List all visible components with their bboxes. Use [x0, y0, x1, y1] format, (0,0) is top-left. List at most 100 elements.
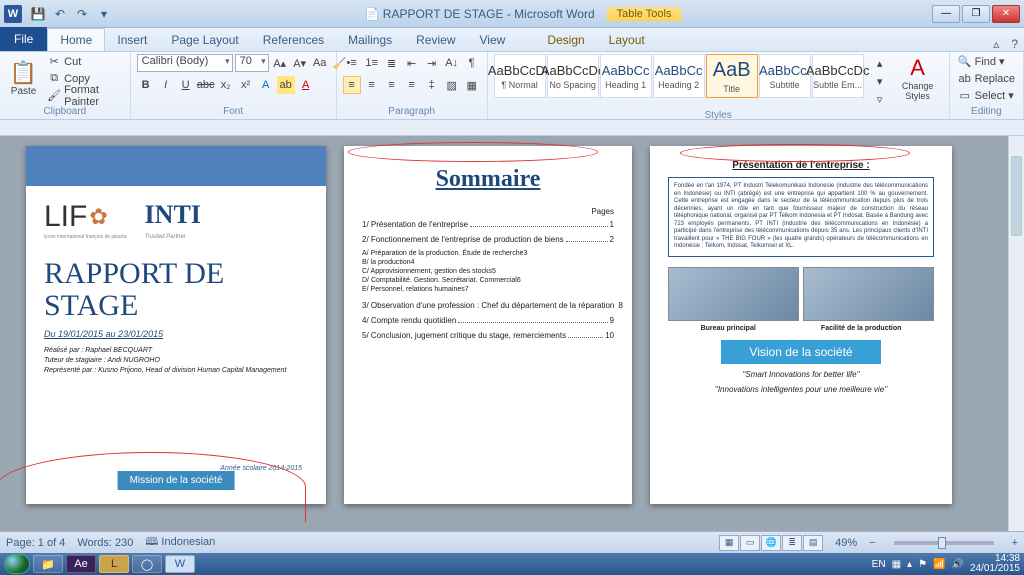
bullets-button[interactable]: •≡: [343, 54, 361, 72]
increase-indent-button[interactable]: ⇥: [423, 54, 441, 72]
save-icon[interactable]: 💾: [28, 4, 48, 24]
styles-more-icon[interactable]: ▿: [871, 90, 889, 108]
start-button[interactable]: [4, 554, 30, 574]
style-heading-1[interactable]: AaBbCcHeading 1: [600, 54, 652, 98]
maximize-button[interactable]: ❐: [962, 5, 990, 23]
line-spacing-button[interactable]: ‡: [423, 76, 441, 94]
tray-up-icon[interactable]: ▴: [907, 559, 912, 570]
change-styles-button[interactable]: A Change Styles: [893, 54, 943, 102]
file-tab[interactable]: File: [0, 27, 47, 51]
style-no-spacing[interactable]: AaBbCcDcNo Spacing: [547, 54, 599, 98]
view-print-layout[interactable]: ▦: [719, 535, 739, 551]
task-word[interactable]: W: [165, 555, 195, 573]
superscript-button[interactable]: x²: [237, 76, 255, 94]
style-heading-2[interactable]: AaBbCcHeading 2: [653, 54, 705, 98]
view-full-screen[interactable]: ▭: [740, 535, 760, 551]
borders-button[interactable]: ▦: [463, 76, 481, 94]
view-draft[interactable]: ▤: [803, 535, 823, 551]
font-name-combo[interactable]: Calibri (Body): [137, 54, 233, 72]
zoom-thumb[interactable]: [938, 537, 946, 549]
vertical-scrollbar[interactable]: [1008, 136, 1024, 531]
tray-flag-icon[interactable]: ▦: [892, 559, 901, 570]
find-button[interactable]: 🔍Find ▾: [956, 54, 1017, 69]
task-chrome[interactable]: ◯: [132, 555, 162, 573]
strikethrough-button[interactable]: abc: [197, 76, 215, 94]
cut-button[interactable]: ✂Cut: [45, 54, 123, 69]
toc-entry: B/ la production4: [362, 259, 614, 266]
align-right-button[interactable]: ≡: [383, 76, 401, 94]
highlight-button[interactable]: ab: [277, 76, 295, 94]
paste-button[interactable]: 📋 Paste: [6, 54, 41, 102]
qat-dropdown-icon[interactable]: ▾: [94, 4, 114, 24]
tab-design[interactable]: Design: [535, 29, 596, 51]
page-3[interactable]: Présentation de l'entreprise : Fondée en…: [650, 146, 952, 504]
undo-icon[interactable]: ↶: [50, 4, 70, 24]
sort-button[interactable]: A↓: [443, 54, 461, 72]
font-size-combo[interactable]: 70: [235, 54, 269, 72]
tab-layout[interactable]: Layout: [597, 29, 657, 51]
redo-icon[interactable]: ↷: [72, 4, 92, 24]
page-2[interactable]: Sommaire Pages 1/ Présentation de l'entr…: [344, 146, 632, 504]
zoom-in-button[interactable]: +: [1012, 537, 1018, 549]
task-ae[interactable]: Ae: [66, 555, 96, 573]
status-language[interactable]: 🕮 Indonesian: [145, 533, 215, 552]
decrease-indent-button[interactable]: ⇤: [403, 54, 421, 72]
scrollbar-thumb[interactable]: [1011, 156, 1022, 236]
show-marks-button[interactable]: ¶: [463, 54, 481, 72]
task-lol[interactable]: L: [99, 555, 129, 573]
window-title: 📄 RAPPORT DE STAGE - Microsoft Word Tabl…: [114, 7, 932, 21]
zoom-level[interactable]: 49%: [835, 537, 857, 549]
status-words[interactable]: Words: 230: [77, 537, 133, 549]
system-tray[interactable]: EN ▦ ▴ ⚑ 📶 🔊 14:38 24/01/2015: [872, 554, 1020, 574]
task-explorer[interactable]: 📁: [33, 555, 63, 573]
select-button[interactable]: ▭Select ▾: [956, 88, 1017, 103]
tab-review[interactable]: Review: [404, 29, 467, 51]
grow-font-button[interactable]: A▴: [271, 54, 289, 72]
tray-lang[interactable]: EN: [872, 559, 886, 570]
shrink-font-button[interactable]: A▾: [291, 54, 309, 72]
tab-view[interactable]: View: [468, 29, 518, 51]
font-color-button[interactable]: A: [297, 76, 315, 94]
view-outline[interactable]: ≣: [782, 535, 802, 551]
zoom-slider[interactable]: [894, 541, 994, 545]
tab-references[interactable]: References: [251, 29, 336, 51]
tab-mailings[interactable]: Mailings: [336, 29, 404, 51]
tab-home[interactable]: Home: [47, 28, 105, 51]
bold-button[interactable]: B: [137, 76, 155, 94]
help-icon[interactable]: ?: [1005, 37, 1024, 51]
multilevel-button[interactable]: ≣: [383, 54, 401, 72]
style--normal[interactable]: AaBbCcDc¶ Normal: [494, 54, 546, 98]
tray-clock[interactable]: 14:38 24/01/2015: [970, 554, 1020, 574]
underline-button[interactable]: U: [177, 76, 195, 94]
text-effects-button[interactable]: A: [257, 76, 275, 94]
style-subtitle[interactable]: AaBbCc.Subtitle: [759, 54, 811, 98]
tab-page-layout[interactable]: Page Layout: [159, 29, 250, 51]
styles-row-up-icon[interactable]: ▴: [871, 54, 889, 72]
tray-network-icon[interactable]: 📶: [933, 559, 945, 570]
replace-button[interactable]: abReplace: [956, 71, 1017, 86]
align-center-button[interactable]: ≡: [363, 76, 381, 94]
shading-button[interactable]: ▨: [443, 76, 461, 94]
format-painter-button[interactable]: 🖌Format Painter: [45, 88, 123, 103]
page-1[interactable]: LIF✿ lycée international français de jak…: [26, 146, 326, 504]
paste-icon: 📋: [10, 60, 37, 86]
subscript-button[interactable]: x₂: [217, 76, 235, 94]
close-button[interactable]: ✕: [992, 5, 1020, 23]
tab-insert[interactable]: Insert: [105, 29, 159, 51]
styles-row-down-icon[interactable]: ▾: [871, 72, 889, 90]
style-title[interactable]: AaBTitle: [706, 54, 758, 98]
style-subtle-em-[interactable]: AaBbCcDcSubtle Em...: [812, 54, 864, 98]
numbering-button[interactable]: 1≡: [363, 54, 381, 72]
status-page[interactable]: Page: 1 of 4: [6, 537, 65, 549]
justify-button[interactable]: ≡: [403, 76, 421, 94]
change-case-button[interactable]: Aa: [311, 54, 329, 72]
zoom-out-button[interactable]: −: [869, 537, 875, 549]
minimize-ribbon-icon[interactable]: ▵: [987, 37, 1005, 51]
tray-volume-icon[interactable]: 🔊: [951, 559, 963, 570]
horizontal-ruler[interactable]: [0, 120, 1024, 136]
minimize-button[interactable]: —: [932, 5, 960, 23]
align-left-button[interactable]: ≡: [343, 76, 361, 94]
italic-button[interactable]: I: [157, 76, 175, 94]
tray-action-center-icon[interactable]: ⚑: [918, 559, 927, 570]
view-web-layout[interactable]: 🌐: [761, 535, 781, 551]
